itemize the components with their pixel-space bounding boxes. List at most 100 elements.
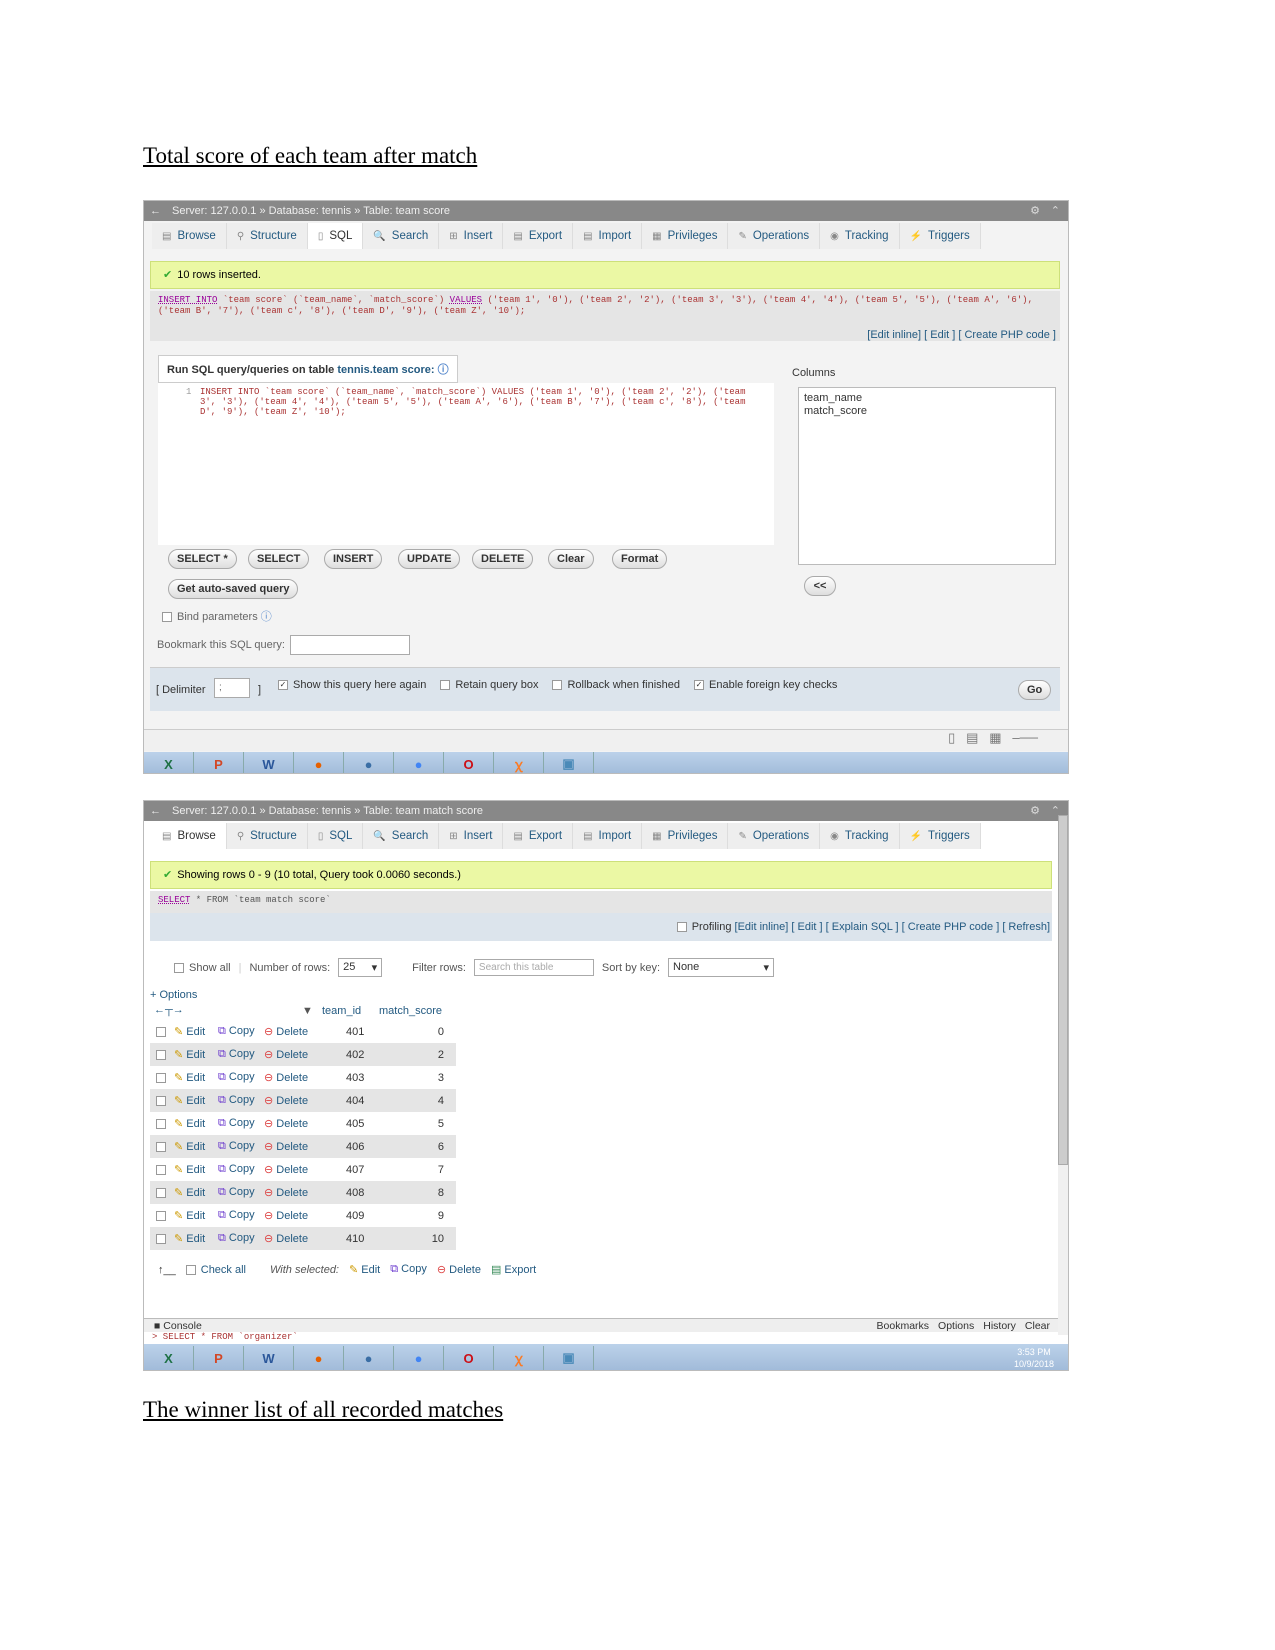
cell-team-id[interactable]: 404 (334, 1089, 394, 1112)
tab-search[interactable]: 🔍 Search (363, 223, 440, 249)
row-checkbox[interactable] (156, 1072, 166, 1083)
console-link-options[interactable]: Options (938, 1319, 974, 1333)
tab-operations[interactable]: ✎ Operations (728, 823, 821, 849)
row-checkbox[interactable] (156, 1141, 166, 1152)
row-copy-link[interactable]: ⧉ Copy (218, 1020, 264, 1043)
cell-match-score[interactable]: 4 (394, 1089, 456, 1112)
zoom-slider[interactable]: –── (1012, 730, 1038, 745)
sql-format-button[interactable]: Format (612, 549, 668, 569)
breadcrumb[interactable]: Server: 127.0.0.1 » Database: tennis » T… (172, 205, 450, 217)
row-edit-link[interactable]: ✎ Edit (174, 1020, 218, 1043)
cell-team-id[interactable]: 407 (334, 1158, 394, 1181)
cell-team-id[interactable]: 406 (334, 1135, 394, 1158)
tab-import[interactable]: ▤ Import (573, 223, 643, 249)
row-checkbox[interactable] (156, 1049, 166, 1060)
help-icon[interactable]: ⓘ (261, 611, 272, 623)
row-checkbox[interactable] (156, 1187, 166, 1198)
row-copy-link[interactable]: ⧉ Copy (218, 1204, 264, 1227)
row-copy-link[interactable]: ⧉ Copy (218, 1135, 264, 1158)
tab-structure[interactable]: ⚲ Structure (226, 823, 308, 849)
row-checkbox[interactable] (156, 1095, 166, 1106)
web-layout-icon[interactable]: ▦ (989, 730, 1001, 745)
opera-icon[interactable]: O (444, 1346, 494, 1370)
column-resize-icon[interactable]: ←┬→ (154, 1004, 184, 1016)
back-arrow-icon[interactable]: ← (150, 201, 161, 221)
cell-match-score[interactable]: 9 (394, 1204, 456, 1227)
sql-select-button[interactable]: SELECT (248, 549, 310, 569)
scrollbar[interactable] (1058, 815, 1068, 1335)
photos-icon[interactable]: ▣ (544, 752, 594, 773)
tab-browse[interactable]: ▤ Browse (152, 223, 227, 249)
tab-triggers[interactable]: ⚡ Triggers (899, 223, 981, 249)
cell-match-score[interactable]: 10 (394, 1227, 456, 1250)
sql-keyword[interactable]: INSERT INTO (158, 295, 217, 305)
cell-team-id[interactable]: 410 (334, 1227, 394, 1250)
sort-select[interactable]: None ▾ (668, 958, 774, 977)
xampp-icon[interactable]: ꭓ (494, 1346, 544, 1370)
bulk-delete-button[interactable]: ⊖ Delete (437, 1263, 481, 1276)
tab-search[interactable]: 🔍 Search (363, 823, 440, 849)
firefox-icon[interactable]: ● (294, 1346, 344, 1370)
sql-keyword[interactable]: SELECT (158, 895, 190, 905)
word-icon[interactable]: W (244, 1346, 294, 1370)
filter-input[interactable]: Search this table (473, 959, 594, 976)
query-links[interactable]: [Edit inline] [ Edit ] [ Explain SQL ] [… (735, 921, 1050, 933)
console-link-clear[interactable]: Clear (1025, 1319, 1050, 1333)
cell-team-id[interactable]: 403 (334, 1066, 394, 1089)
row-delete-link[interactable]: ⊖ Delete (264, 1089, 334, 1112)
row-edit-link[interactable]: ✎ Edit (174, 1204, 218, 1227)
photos-icon[interactable]: ▣ (544, 1346, 594, 1370)
bulk-export-button[interactable]: ▤ Export (491, 1263, 536, 1276)
row-delete-link[interactable]: ⊖ Delete (264, 1181, 334, 1204)
cell-team-id[interactable]: 401 (334, 1020, 394, 1043)
tab-privileges[interactable]: ▦ Privileges (642, 223, 729, 249)
thunderbird-icon[interactable]: ● (344, 752, 394, 773)
help-icon[interactable]: ⓘ (438, 364, 449, 376)
tab-sql[interactable]: ▯ SQL (307, 223, 364, 249)
columns-list[interactable]: team_name match_score (798, 387, 1056, 565)
column-item[interactable]: match_score (804, 405, 1050, 418)
sql-clear-button[interactable]: Clear (548, 549, 594, 569)
cell-team-id[interactable]: 408 (334, 1181, 394, 1204)
console-bar[interactable]: ■ Console Bookmarks Options History Clear (144, 1318, 1058, 1332)
excel-icon[interactable]: X (144, 1346, 194, 1370)
gear-icon[interactable]: ⚙ (1030, 201, 1040, 221)
tab-privileges[interactable]: ▦ Privileges (642, 823, 729, 849)
row-checkbox[interactable] (156, 1210, 166, 1221)
bulk-edit-button[interactable]: ✎ Edit (349, 1263, 380, 1276)
delimiter-input[interactable]: ; (214, 678, 250, 698)
reading-view-icon[interactable]: ▯ (948, 730, 955, 745)
row-checkbox[interactable] (156, 1026, 166, 1037)
word-icon[interactable]: W (244, 752, 294, 773)
row-copy-link[interactable]: ⧉ Copy (218, 1181, 264, 1204)
powerpoint-icon[interactable]: P (194, 1346, 244, 1370)
row-copy-link[interactable]: ⧉ Copy (218, 1112, 264, 1135)
num-rows-select[interactable]: 25 ▾ (338, 958, 383, 977)
cell-match-score[interactable]: 0 (394, 1020, 456, 1043)
cell-team-id[interactable]: 402 (334, 1043, 394, 1066)
row-delete-link[interactable]: ⊖ Delete (264, 1227, 334, 1250)
option-checkbox[interactable]: ✓ Show this query here again (278, 679, 426, 691)
tab-sql[interactable]: ▯ SQL (307, 823, 364, 849)
firefox-icon[interactable]: ● (294, 752, 344, 773)
column-header-match-score[interactable]: match_score (379, 1005, 442, 1017)
powerpoint-icon[interactable]: P (194, 752, 244, 773)
tab-tracking[interactable]: ◉ Tracking (820, 223, 900, 249)
column-header-team-id[interactable]: team_id (322, 1005, 361, 1017)
column-item[interactable]: team_name (804, 392, 1050, 405)
opera-icon[interactable]: O (444, 752, 494, 773)
tab-export[interactable]: ▤ Export (503, 223, 574, 249)
row-delete-link[interactable]: ⊖ Delete (264, 1204, 334, 1227)
sql-insert-button[interactable]: INSERT (324, 549, 383, 569)
sql-delete-button[interactable]: DELETE (472, 549, 534, 569)
row-copy-link[interactable]: ⧉ Copy (218, 1227, 264, 1250)
option-checkbox[interactable]: ✓ Enable foreign key checks (694, 679, 837, 691)
sql-select-button[interactable]: SELECT * (168, 549, 237, 569)
row-checkbox[interactable] (156, 1164, 166, 1175)
chrome-icon[interactable]: ● (394, 1346, 444, 1370)
tab-tracking[interactable]: ◉ Tracking (820, 823, 900, 849)
sql-keyword[interactable]: VALUES (450, 295, 482, 305)
row-edit-link[interactable]: ✎ Edit (174, 1181, 218, 1204)
row-delete-link[interactable]: ⊖ Delete (264, 1135, 334, 1158)
tab-operations[interactable]: ✎ Operations (728, 223, 821, 249)
